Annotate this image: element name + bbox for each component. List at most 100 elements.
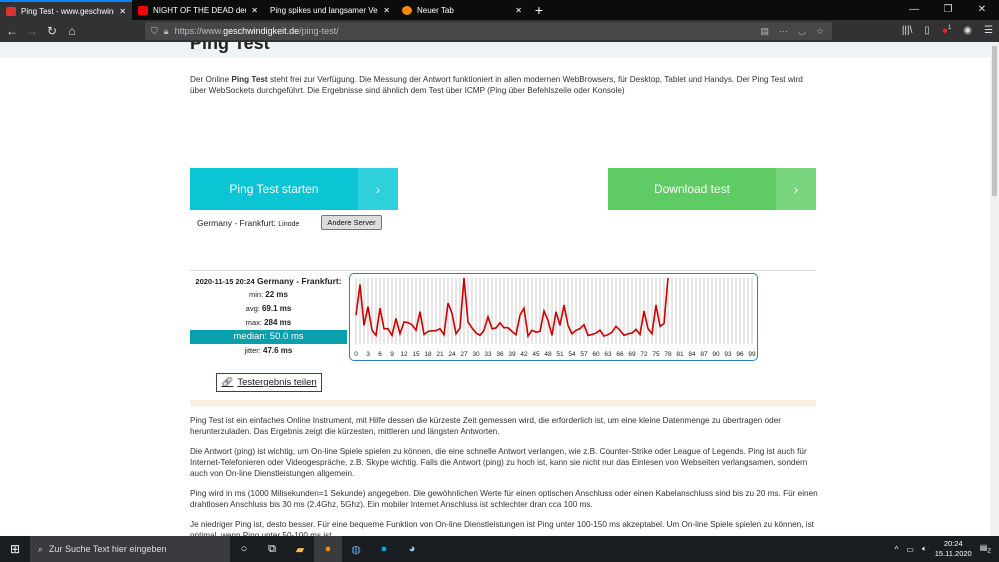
x-tick-label: 27 xyxy=(460,351,468,358)
x-tick-label: 66 xyxy=(616,351,624,358)
file-explorer-icon[interactable]: ▰ xyxy=(286,543,314,556)
volume-icon[interactable]: 🔈︎ xyxy=(922,544,927,554)
x-tick-label: 75 xyxy=(652,351,660,358)
tab-youtube[interactable]: NIGHT OF THE DEAD deutsch✕ xyxy=(132,0,264,20)
article-text: Ping Test ist ein einfaches Online Instr… xyxy=(190,415,820,536)
adblock-icon[interactable]: ●1 xyxy=(942,25,951,36)
steam-icon[interactable]: ◕ xyxy=(398,543,426,555)
web-page: Ping Test Der Online Ping Test steht fre… xyxy=(0,42,990,536)
paragraph: Je niedriger Ping ist, desto besser. Für… xyxy=(190,520,814,536)
share-result-button[interactable]: 🔗︎ Testergebnis teilen xyxy=(216,373,322,392)
tab-new[interactable]: Neuer Tab ✕ xyxy=(396,0,528,20)
other-server-button[interactable]: Andere Server xyxy=(321,215,382,230)
shield-icon[interactable]: ⛉ xyxy=(151,26,158,37)
minimize-button[interactable]: — xyxy=(897,0,931,20)
restore-button[interactable]: ❐ xyxy=(931,0,965,20)
close-tab-icon[interactable]: ✕ xyxy=(515,6,522,15)
page-title: Ping Test xyxy=(190,42,270,53)
paragraph: Ping Test ist ein einfaches Online Instr… xyxy=(190,416,782,436)
app-icon[interactable]: ◍ xyxy=(342,543,370,556)
x-tick-label: 57 xyxy=(580,351,588,358)
x-tick-label: 42 xyxy=(520,351,528,358)
tab-ping-test[interactable]: Ping Test - www.geschwindigkeit.de✕ xyxy=(0,0,132,20)
x-tick-label: 15 xyxy=(412,351,420,358)
url-text: https://www.geschwindigkeit.de/ping-test… xyxy=(174,26,339,36)
x-tick-label: 48 xyxy=(544,351,552,358)
x-tick-label: 45 xyxy=(532,351,540,358)
x-tick-label: 96 xyxy=(736,351,744,358)
x-tick-label: 0 xyxy=(354,351,358,358)
taskbar: ⊞ ⌕ Zur Suche Text hier eingeben ○ ⧉ ▰ ● … xyxy=(0,536,999,562)
x-tick-label: 54 xyxy=(568,351,576,358)
result-panel: 2020-11-15 20:24 Germany - Frankfurt: mi… xyxy=(190,275,347,358)
home-button[interactable]: ⌂ xyxy=(62,24,82,38)
windows-start-icon[interactable]: ⊞ xyxy=(0,542,30,556)
scrollbar[interactable] xyxy=(990,42,999,536)
new-tab-button[interactable]: + xyxy=(528,0,550,20)
x-tick-label: 78 xyxy=(664,351,672,358)
x-tick-label: 33 xyxy=(484,351,492,358)
bookmark-star-icon[interactable]: ☆ xyxy=(816,26,824,37)
library-icon[interactable]: |||\ xyxy=(902,25,913,36)
x-tick-label: 51 xyxy=(556,351,564,358)
median-value: median: 50.0 ms xyxy=(190,330,347,344)
chevron-right-icon: › xyxy=(358,168,398,210)
close-tab-icon[interactable]: ✕ xyxy=(383,6,390,15)
close-tab-icon[interactable]: ✕ xyxy=(119,7,126,16)
tray-chevron-icon[interactable]: ^ xyxy=(895,545,899,554)
x-tick-label: 24 xyxy=(448,351,456,358)
x-tick-label: 3 xyxy=(366,351,370,358)
taskbar-search[interactable]: ⌕ Zur Suche Text hier eingeben xyxy=(30,536,230,562)
network-icon[interactable]: ▭ xyxy=(906,545,914,554)
server-info: Germany - Frankfurt: Linode xyxy=(197,218,300,228)
reader-view-icon[interactable]: ▤ xyxy=(761,26,770,37)
divider xyxy=(190,270,816,271)
x-tick-label: 18 xyxy=(424,351,432,358)
ping-chart: 0 3 6 9 12 15 18 21 24 27 30 33 36 39 42 45 48 51 54 57 60 63… xyxy=(349,273,758,361)
pocket-icon[interactable]: ◡ xyxy=(798,26,806,37)
x-tick-label: 93 xyxy=(724,351,732,358)
x-tick-label: 87 xyxy=(700,351,708,358)
intro-text: Der Online Ping Test steht frei zur Verf… xyxy=(190,75,803,95)
close-window-button[interactable]: ✕ xyxy=(965,0,999,20)
x-tick-label: 12 xyxy=(400,351,408,358)
firefox-icon[interactable]: ● xyxy=(314,536,342,562)
ping-test-start-button[interactable]: Ping Test starten › xyxy=(190,168,398,210)
link-icon: 🔗︎ xyxy=(221,377,234,388)
nav-bar: ← → ↻ ⌂ ⛉ 🔒︎ https://www.geschwindigkeit.… xyxy=(0,20,999,42)
x-tick-label: 90 xyxy=(712,351,720,358)
reload-button[interactable]: ↻ xyxy=(42,24,62,38)
x-tick-label: 36 xyxy=(496,351,504,358)
paragraph: Die Antwort (ping) ist wichtig, um On-li… xyxy=(190,447,808,478)
skype-icon[interactable]: ● xyxy=(370,543,398,555)
youtube-icon xyxy=(138,5,148,15)
menu-icon[interactable]: ☰ xyxy=(984,25,993,36)
more-icon[interactable]: ··· xyxy=(779,26,788,37)
paragraph: Ping wird in ms (1000 Milisekunden=1 Sek… xyxy=(190,489,818,509)
lock-icon: 🔒︎ xyxy=(163,25,169,36)
tab-bar: Ping Test - www.geschwindigkeit.de✕ NIGH… xyxy=(0,0,999,20)
x-tick-label: 69 xyxy=(628,351,636,358)
clock[interactable]: 20:24 15.11.2020 xyxy=(935,539,972,559)
chevron-right-icon: › xyxy=(776,168,816,210)
x-tick-label: 21 xyxy=(436,351,444,358)
close-tab-icon[interactable]: ✕ xyxy=(251,6,258,15)
x-tick-label: 81 xyxy=(676,351,684,358)
divider-band xyxy=(190,400,816,406)
firefox-icon xyxy=(402,5,412,15)
x-tick-label: 39 xyxy=(508,351,516,358)
back-button[interactable]: ← xyxy=(2,24,22,38)
forward-button[interactable]: → xyxy=(22,24,42,38)
cortana-icon[interactable]: ○ xyxy=(230,543,258,555)
notification-icon[interactable]: ▤2 xyxy=(980,543,991,555)
account-icon[interactable]: ◉ xyxy=(963,25,972,36)
task-view-icon[interactable]: ⧉ xyxy=(258,543,286,556)
tab-ping-spikes[interactable]: Ping spikes und langsamer Verbindung✕ xyxy=(264,0,396,20)
x-tick-label: 60 xyxy=(592,351,600,358)
url-bar[interactable]: ⛉ 🔒︎ https://www.geschwindigkeit.de/ping-… xyxy=(145,22,832,40)
download-test-button[interactable]: Download test › xyxy=(608,168,816,210)
x-tick-label: 6 xyxy=(378,351,382,358)
sidebar-icon[interactable]: ▯ xyxy=(924,25,930,36)
x-tick-label: 72 xyxy=(640,351,648,358)
x-tick-label: 30 xyxy=(472,351,480,358)
